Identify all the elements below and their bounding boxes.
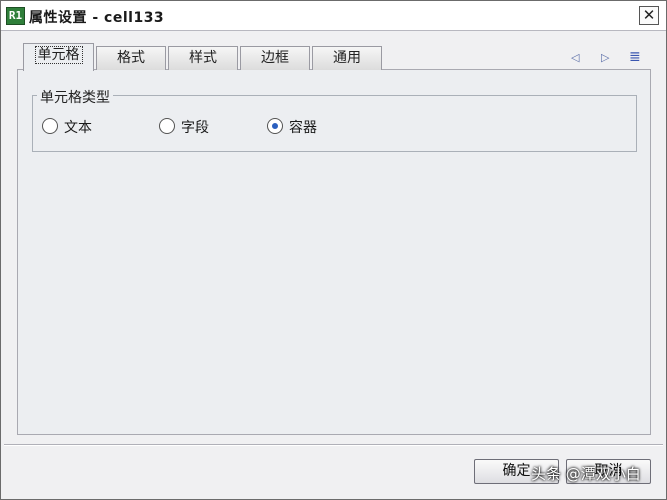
radio-button-icon bbox=[42, 118, 58, 134]
radio-text-label: 文本 bbox=[64, 120, 92, 136]
window-title: 属性设置 - cell133 bbox=[29, 10, 165, 26]
ok-button-label: 确定 bbox=[502, 463, 531, 479]
tab-format[interactable]: 格式 bbox=[96, 46, 166, 70]
radio-button-icon bbox=[159, 118, 175, 134]
tab-prev-button[interactable]: ◁ bbox=[571, 51, 579, 64]
tab-cell[interactable]: 单元格 bbox=[23, 43, 94, 71]
cell-type-groupbox bbox=[32, 95, 637, 152]
radio-container-label: 容器 bbox=[289, 120, 317, 136]
tab-border-label: 边框 bbox=[261, 50, 289, 66]
triangle-right-icon: ▷ bbox=[601, 51, 610, 64]
radio-button-checked-icon bbox=[267, 118, 283, 134]
close-button[interactable]: ✕ bbox=[639, 6, 659, 25]
tab-style-label: 样式 bbox=[189, 50, 217, 66]
tab-format-label: 格式 bbox=[117, 50, 145, 66]
tab-style[interactable]: 样式 bbox=[168, 46, 238, 70]
dialog-window: R1 属性设置 - cell133 ✕ 单元格 格式 样式 边框 通用 ◁ ▷ … bbox=[0, 0, 667, 500]
triangle-left-icon: ◁ bbox=[571, 51, 580, 64]
tab-next-button[interactable]: ▷ bbox=[601, 51, 609, 64]
app-icon: R1 bbox=[6, 7, 25, 25]
radio-field-label: 字段 bbox=[181, 120, 209, 136]
close-icon: ✕ bbox=[642, 6, 656, 24]
cell-type-group-label: 单元格类型 bbox=[37, 87, 113, 107]
footer-separator bbox=[4, 444, 663, 446]
title-bar[interactable]: R1 属性设置 - cell133 ✕ bbox=[1, 1, 666, 31]
tab-general-label: 通用 bbox=[333, 50, 361, 66]
tab-list-button[interactable]: ≣ bbox=[629, 49, 641, 65]
tab-general[interactable]: 通用 bbox=[312, 46, 382, 70]
tab-cell-label: 单元格 bbox=[34, 46, 83, 64]
tab-border[interactable]: 边框 bbox=[240, 46, 310, 70]
watermark: 头条 @潭双小白 bbox=[531, 465, 641, 483]
list-icon: ≣ bbox=[629, 49, 641, 65]
